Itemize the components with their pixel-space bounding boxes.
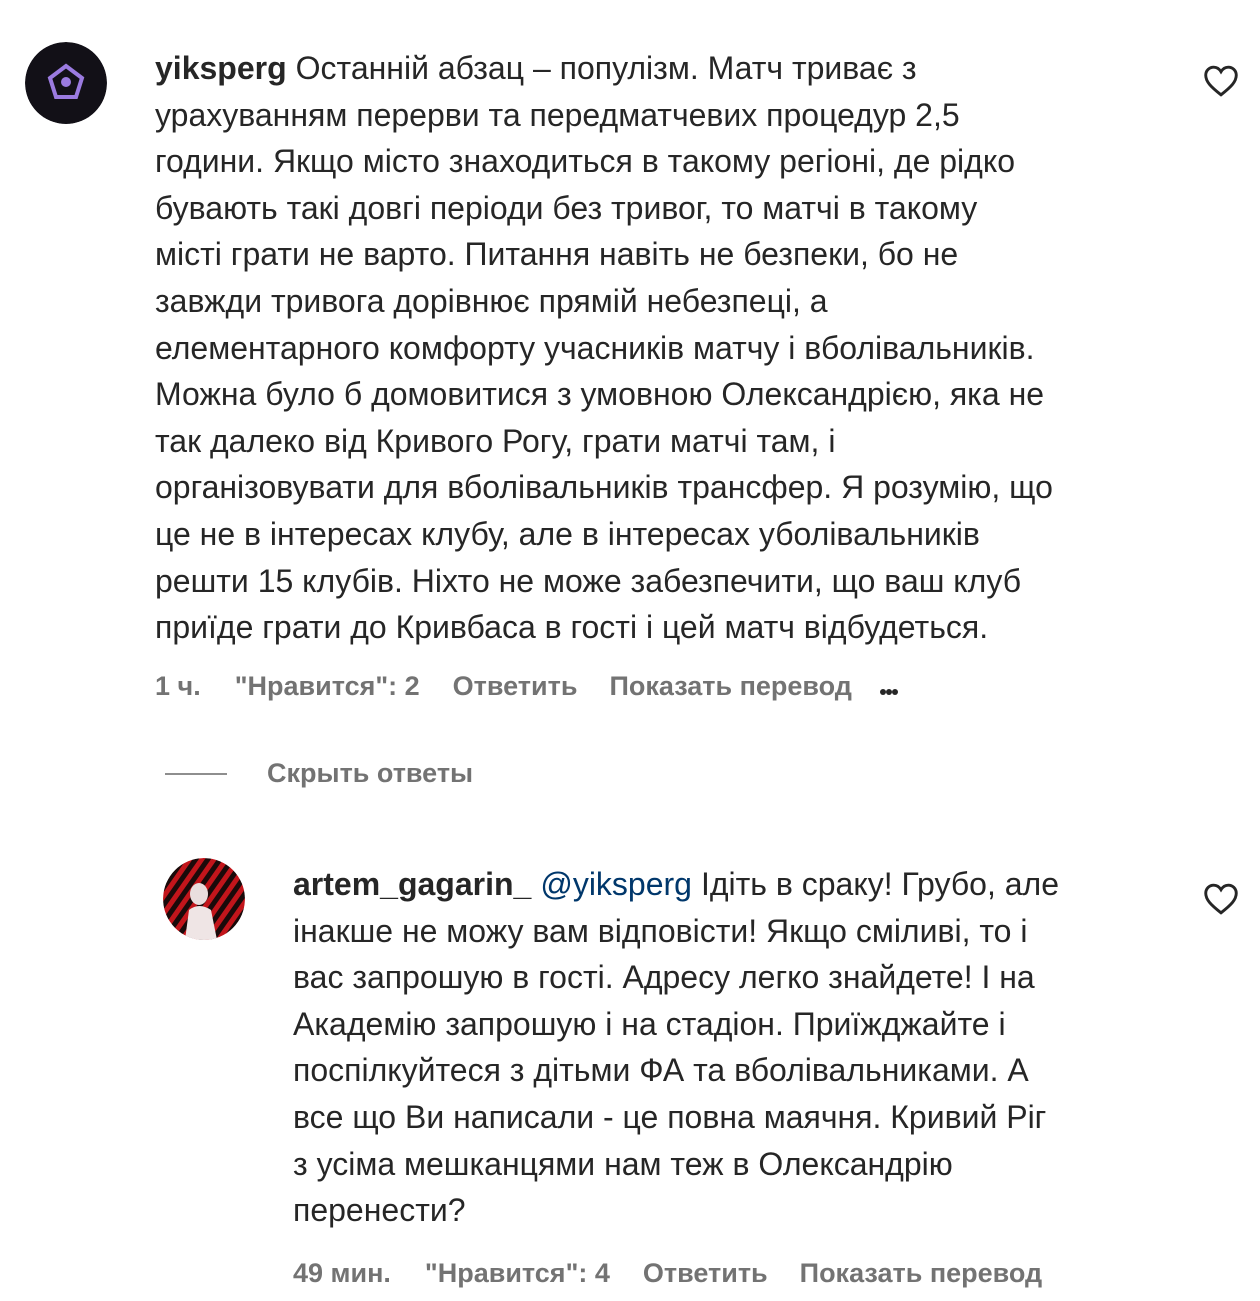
comment-text: yiksperg Останній абзац – популізм. Матч … [155, 45, 1185, 651]
comment-text: artem_gagarin_ @yiksperg Ідіть в сраку! Гр… [293, 861, 1193, 1234]
mention-link[interactable]: @yiksperg [540, 866, 692, 902]
comment-line: перенести? [293, 1192, 466, 1229]
comment-line: все що Ви написали - це повна маячня. Кр… [293, 1098, 1047, 1135]
comment-line: так далеко від Кривого Рогу, грати матчі… [155, 422, 836, 459]
comment-line: Останній абзац – популізм. Матч триває з [295, 50, 917, 86]
like-heart-icon[interactable] [1203, 883, 1239, 915]
comment-time: 49 мин. [293, 1258, 391, 1288]
comment-artem-gagarin: artem_gagarin_ @yiksperg Ідіть в сраку! Гр… [163, 858, 1193, 1234]
show-translation-button[interactable]: Показать перевод [609, 671, 852, 702]
pentagon-logo-icon [25, 42, 107, 124]
comment-line: приїде грати до Кривбаса в гості і цей м… [155, 609, 989, 646]
comment-line: з усіма мешканцями нам теж в Олександрію [293, 1145, 953, 1182]
comment-line: решти 15 клубів. Ніхто не може забезпечи… [155, 562, 1022, 599]
comment-line: організовувати для вболівальників трансф… [155, 469, 1053, 506]
more-options-icon[interactable] [879, 671, 898, 702]
red-black-photo-avatar [163, 858, 245, 940]
show-translation-button[interactable]: Показать перевод [800, 1258, 1043, 1289]
comment-meta: 49 мин. "Нравится": 4 Ответить Показать … [293, 1258, 1042, 1289]
comment-line: вас запрошую в гості. Адресу легко знайд… [293, 959, 1035, 996]
comment-line: завжди тривога дорівнює прямій небезпеці… [155, 282, 828, 319]
comment-username[interactable]: yiksperg [155, 50, 287, 86]
hide-replies-label: Скрыть ответы [267, 758, 474, 788]
hide-replies-button[interactable]: Скрыть ответы [165, 758, 473, 789]
avatar[interactable] [25, 42, 107, 124]
comment-line: бувають такі довгі періоди без тривог, т… [155, 189, 978, 226]
avatar[interactable] [163, 858, 245, 940]
comment-line: місті грати не варто. Питання навіть не … [155, 236, 959, 273]
comment-line: це не в інтересах клубу, але в інтересах… [155, 515, 980, 552]
reply-button[interactable]: Ответить [453, 671, 578, 702]
like-heart-icon[interactable] [1203, 65, 1239, 97]
comment-yiksperg: yiksperg Останній абзац – популізм. Матч … [25, 42, 1185, 651]
comment-line: Ідіть в сраку! Грубо, але [700, 866, 1059, 902]
comment-line: урахуванням перерви та передматчевих про… [155, 96, 960, 133]
reply-button[interactable]: Ответить [643, 1258, 768, 1289]
comment-line: Можна було б домовитися з умовною Олекса… [155, 376, 1045, 413]
comment-line: Академію запрошую і на стадіон. Приїжджа… [293, 1005, 1006, 1042]
likes-count[interactable]: "Нравится": 2 [235, 671, 420, 702]
likes-count[interactable]: "Нравится": 4 [425, 1258, 610, 1289]
comment-line: інакше не можу вам відповісти! Якщо сміл… [293, 912, 1028, 949]
comment-line: елементарного комфорту учасників матчу і… [155, 329, 1035, 366]
comment-meta: 1 ч. "Нравится": 2 Ответить Показать пер… [155, 671, 898, 702]
comment-time: 1 ч. [155, 671, 201, 701]
comment-line: поспілкуйтеся з дітьми ФА та вболівальни… [293, 1052, 1029, 1089]
comment-username[interactable]: artem_gagarin_ [293, 866, 531, 902]
divider-line [165, 772, 227, 775]
comment-line: години. Якщо місто знаходиться в такому … [155, 143, 1015, 180]
